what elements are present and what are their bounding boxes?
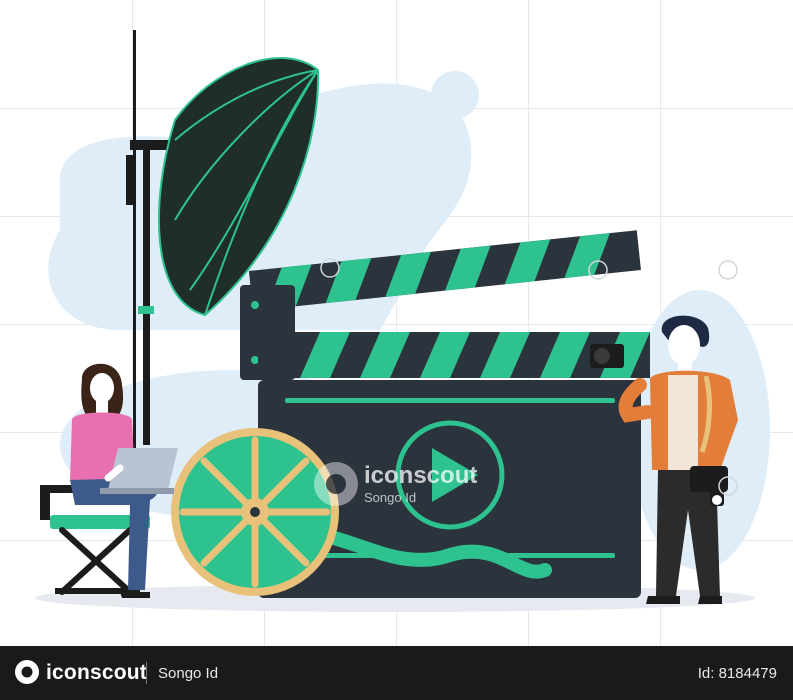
iconscout-logo-icon: [15, 660, 39, 684]
footer-brand: iconscout: [46, 661, 147, 684]
camera-icon: [590, 344, 624, 368]
watermark-author: Songo Id: [364, 490, 417, 505]
footer-bar: iconscout Songo Id Id: 8184479: [0, 646, 793, 700]
footer-divider: [146, 662, 147, 684]
illustration-stage: iconscout Songo Id: [0, 0, 793, 646]
footer-author: Songo Id: [158, 665, 219, 682]
movie-production-illustration: [35, 30, 770, 612]
film-reel-icon: [171, 428, 339, 596]
footer-asset-id: Id: 8184479: [697, 665, 777, 682]
watermark-brand: iconscout: [364, 462, 478, 489]
center-watermark: iconscout Songo Id: [312, 460, 512, 510]
